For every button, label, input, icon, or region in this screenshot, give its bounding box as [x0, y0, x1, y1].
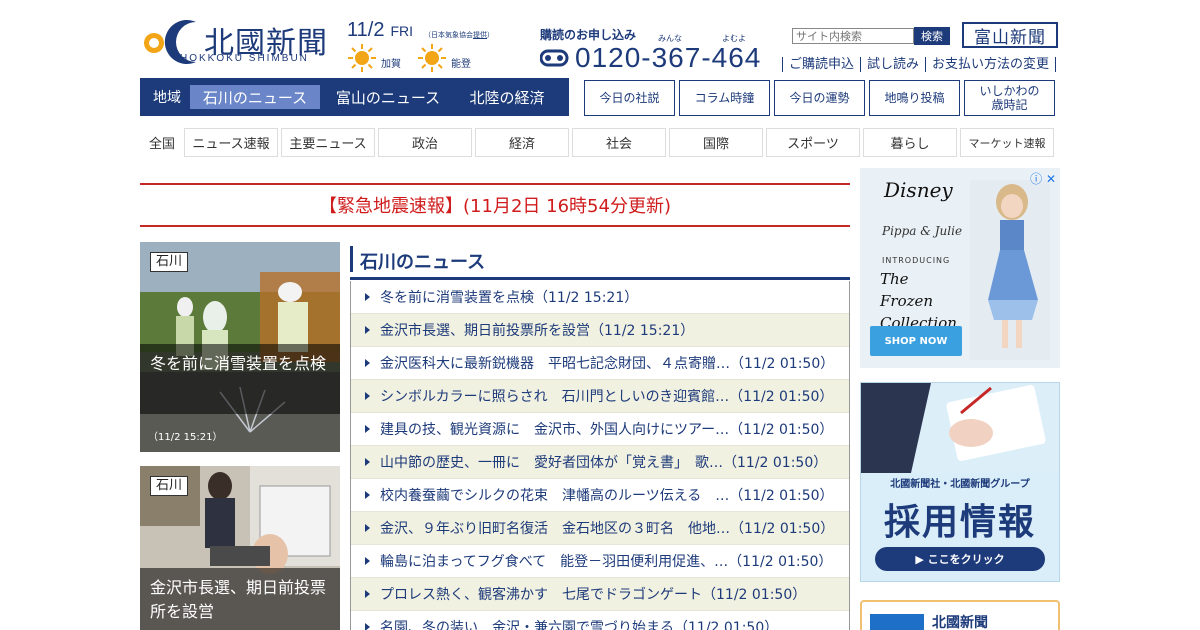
toyama-shimbun-button[interactable]: 富山新聞 [962, 22, 1058, 48]
current-date: 11/2 FRI [347, 19, 413, 42]
ishikawa-news-header: 石川のニュース [350, 242, 850, 280]
button-editorial[interactable]: 今日の社説 [584, 80, 675, 116]
ad-sub-brand: Pippa & Julie [882, 224, 963, 238]
region-label: 地域 [153, 90, 181, 106]
region-nav: 地域 石川のニュース 富山のニュース 北陸の経済 [140, 78, 569, 116]
ad-promo-name: 北國新聞 [932, 615, 988, 630]
button-reader-posts[interactable]: 地鳴り投稿 [869, 80, 960, 116]
weather-source-note: （日本気象協会提供） [424, 31, 494, 39]
disney-ad[interactable]: ⓘ ✕ Disney Pippa & Julie INTRODUCING The… [860, 168, 1060, 368]
category-top-news[interactable]: 主要ニュース [281, 128, 375, 157]
photo-region-tag: 石川 [150, 252, 189, 272]
subscribe-title: 購読のお申し込み [540, 28, 637, 42]
ad-shop-now-button[interactable]: SHOP NOW [870, 326, 962, 356]
header-accent-bar [350, 246, 353, 272]
hokkoku-promo-ad[interactable]: 北國新聞 [860, 600, 1060, 630]
tab-hokuriku-economy[interactable]: 北陸の経済 [456, 85, 558, 109]
category-economy[interactable]: 経済 [475, 128, 569, 157]
subscription-phone[interactable]: 0120-367-464 [575, 42, 761, 74]
arrow-right-icon [365, 557, 370, 565]
weather-label-kaga: 加賀 [381, 58, 401, 70]
news-item[interactable]: 金沢、９年ぶり旧町名復活 金石地区の３町名 他地…（11/2 01:50） [351, 512, 849, 545]
news-item[interactable]: 金沢市長選、期日前投票所を設営（11/2 15:21） [351, 314, 849, 347]
site-logo[interactable]: 北國新聞 HOKKOKU SHIMBUN [140, 16, 340, 66]
news-item[interactable]: 名園、冬の装い 金沢・兼六園で雪づり始まる（11/2 01:50） [351, 611, 849, 630]
news-item[interactable]: 金沢医科大に最新鋭機器 平昭七記念財団、４点寄贈…（11/2 01:50） [351, 347, 849, 380]
sun-icon [348, 44, 376, 72]
category-living[interactable]: 暮らし [863, 128, 957, 157]
freedial-icon [540, 49, 569, 67]
button-seasonal-events[interactable]: いしかわの 歳時記 [964, 80, 1055, 116]
category-international[interactable]: 国際 [669, 128, 763, 157]
arrow-right-icon [365, 623, 370, 630]
news-item[interactable]: プロレス熱く、観客沸かす 七尾でドラゴンゲート（11/2 01:50） [351, 578, 849, 611]
ad-recruit-headline: 採用情報 [883, 502, 1036, 543]
news-section-title: 石川のニュース [360, 252, 486, 273]
date-value: 11/2 [347, 19, 385, 41]
weather-noto: 能登 [417, 44, 471, 72]
category-politics[interactable]: 政治 [378, 128, 472, 157]
news-item[interactable]: シンボルカラーに照らされ 石川門としいのき迎賓館…（11/2 01:50） [351, 380, 849, 413]
ad-girl-dress-image [970, 180, 1050, 360]
link-trial[interactable]: 試し読み [860, 57, 925, 72]
category-breaking-news[interactable]: ニュース速報 [184, 128, 278, 157]
news-item[interactable]: 建具の技、観光資源に 金沢市、外国人向けにツアー…（11/2 01:50） [351, 413, 849, 446]
photo-timestamp: （11/2 15:21） [148, 432, 223, 443]
recruitment-ad[interactable]: 北國新聞社・北國新聞グループ 採用情報 ▶ ここをクリック [860, 382, 1060, 582]
weather-source-link[interactable]: 提供 [473, 31, 487, 39]
ad-corp-name: 北國新聞社・北國新聞グループ [890, 479, 1030, 490]
photo-card-early-voting[interactable]: 石川 金沢市長選、期日前投票所を設営 [140, 466, 340, 630]
sun-icon [418, 44, 446, 72]
arrow-right-icon [365, 293, 370, 301]
arrow-right-icon [365, 458, 370, 466]
logo-subtitle: HOKKOKU SHIMBUN [180, 53, 309, 64]
weekday-value: FRI [390, 23, 414, 39]
site-search-input[interactable] [792, 28, 914, 44]
photo-region-tag: 石川 [150, 476, 189, 496]
photo-card-snow-melting[interactable]: 石川 冬を前に消雪装置を点検 （11/2 15:21） [140, 242, 340, 452]
category-market[interactable]: マーケット速報 [960, 128, 1054, 157]
arrow-right-icon [365, 590, 370, 598]
subscription-links: ご購読申込 試し読み お支払い方法の変更 [782, 57, 1057, 72]
link-subscribe[interactable]: ご購読申込 [782, 57, 860, 72]
button-horoscope[interactable]: 今日の運勢 [774, 80, 865, 116]
ad-hand-writing-image [861, 383, 1059, 473]
ad-click-here-button[interactable]: ▶ ここをクリック [875, 547, 1045, 571]
ad-headline: The Frozen Collection [880, 270, 957, 332]
category-society[interactable]: 社会 [572, 128, 666, 157]
button-column-jisho[interactable]: コラム時鐘 [679, 80, 770, 116]
arrow-right-icon [365, 392, 370, 400]
news-item[interactable]: 校内養蚕繭でシルクの花束 津幡高のルーツ伝える …（11/2 01:50） [351, 479, 849, 512]
link-payment-change[interactable]: お支払い方法の変更 [925, 57, 1057, 72]
quick-buttons: 今日の社説 コラム時鐘 今日の運勢 地鳴り投稿 いしかわの 歳時記 [584, 80, 1059, 116]
arrow-right-icon [365, 359, 370, 367]
category-label: 全国 [148, 137, 175, 152]
arrow-right-icon [365, 425, 370, 433]
tab-toyama-news[interactable]: 富山のニュース [323, 85, 453, 109]
arrow-right-icon [365, 326, 370, 334]
arrow-right-icon [365, 491, 370, 499]
breaking-news-banner[interactable]: 【緊急地震速報】(11月2日 16時54分更新) [140, 183, 850, 227]
weather-label-noto: 能登 [451, 58, 471, 70]
category-sports[interactable]: スポーツ [766, 128, 860, 157]
arrow-right-icon [365, 524, 370, 532]
news-item[interactable]: 冬を前に消雪装置を点検（11/2 15:21） [351, 281, 849, 314]
news-item[interactable]: 山中節の歴史、一冊に 愛好者団体が「覚え書」 歌…（11/2 01:50） [351, 446, 849, 479]
weather-kaga: 加賀 [347, 44, 401, 72]
ad-brand: Disney [884, 178, 953, 202]
news-item[interactable]: 輪島に泊まってフグ食べて 能登－羽田便利用促進、…（11/2 01:50） [351, 545, 849, 578]
photo-caption: 冬を前に消雪装置を点検 [140, 344, 340, 414]
photo-caption: 金沢市長選、期日前投票所を設営 [140, 568, 340, 630]
ad-choices-icon[interactable]: ⓘ ✕ [1030, 170, 1056, 187]
ad-intro: INTRODUCING [882, 256, 951, 265]
site-search-button[interactable]: 検索 [914, 27, 950, 45]
ishikawa-news-list: 冬を前に消雪装置を点検（11/2 15:21） 金沢市長選、期日前投票所を設営（… [350, 281, 850, 630]
ad-logo-badge [870, 614, 924, 630]
category-nav: 全国 ニュース速報 主要ニュース 政治 経済 社会 国際 スポーツ 暮らし マー… [140, 128, 1057, 157]
tab-ishikawa-news[interactable]: 石川のニュース [190, 85, 320, 109]
